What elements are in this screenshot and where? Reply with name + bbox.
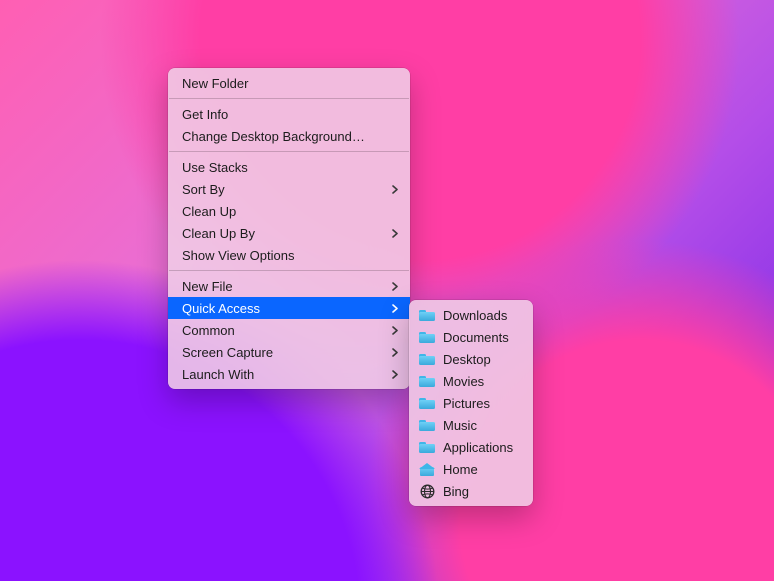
- chevron-right-icon: [392, 348, 398, 357]
- menu-item-new-file[interactable]: New File: [168, 275, 410, 297]
- submenu-item-label: Documents: [443, 330, 521, 345]
- menu-item-label: Clean Up: [182, 204, 398, 219]
- submenu-item-applications[interactable]: Applications: [409, 436, 533, 458]
- menu-item-use-stacks[interactable]: Use Stacks: [168, 156, 410, 178]
- globe-icon: [419, 483, 435, 499]
- submenu-item-pictures[interactable]: Pictures: [409, 392, 533, 414]
- menu-item-label: Change Desktop Background…: [182, 129, 398, 144]
- chevron-right-icon: [392, 370, 398, 379]
- menu-separator: [169, 270, 409, 271]
- menu-item-label: Launch With: [182, 367, 384, 382]
- context-menu: New Folder Get Info Change Desktop Backg…: [168, 68, 410, 389]
- menu-item-get-info[interactable]: Get Info: [168, 103, 410, 125]
- menu-item-label: Screen Capture: [182, 345, 384, 360]
- chevron-right-icon: [392, 185, 398, 194]
- chevron-right-icon: [392, 326, 398, 335]
- menu-item-label: New Folder: [182, 76, 398, 91]
- chevron-right-icon: [392, 229, 398, 238]
- submenu-item-movies[interactable]: Movies: [409, 370, 533, 392]
- folder-icon: [419, 351, 435, 367]
- menu-item-label: Sort By: [182, 182, 384, 197]
- submenu-item-home[interactable]: Home: [409, 458, 533, 480]
- menu-item-screen-capture[interactable]: Screen Capture: [168, 341, 410, 363]
- submenu-item-label: Music: [443, 418, 521, 433]
- chevron-right-icon: [392, 304, 398, 313]
- submenu-item-downloads[interactable]: Downloads: [409, 304, 533, 326]
- submenu-item-label: Applications: [443, 440, 521, 455]
- menu-item-label: Clean Up By: [182, 226, 384, 241]
- folder-icon: [419, 417, 435, 433]
- chevron-right-icon: [392, 282, 398, 291]
- menu-item-clean-up[interactable]: Clean Up: [168, 200, 410, 222]
- menu-item-label: Common: [182, 323, 384, 338]
- submenu-item-desktop[interactable]: Desktop: [409, 348, 533, 370]
- menu-item-clean-up-by[interactable]: Clean Up By: [168, 222, 410, 244]
- desktop-background[interactable]: New Folder Get Info Change Desktop Backg…: [0, 0, 774, 581]
- menu-item-common[interactable]: Common: [168, 319, 410, 341]
- menu-separator: [169, 151, 409, 152]
- folder-icon: [419, 307, 435, 323]
- menu-item-label: Show View Options: [182, 248, 398, 263]
- menu-item-label: New File: [182, 279, 384, 294]
- folder-icon: [419, 395, 435, 411]
- folder-icon: [419, 329, 435, 345]
- menu-item-new-folder[interactable]: New Folder: [168, 72, 410, 94]
- menu-item-show-view-options[interactable]: Show View Options: [168, 244, 410, 266]
- submenu-item-documents[interactable]: Documents: [409, 326, 533, 348]
- submenu-item-label: Pictures: [443, 396, 521, 411]
- menu-item-launch-with[interactable]: Launch With: [168, 363, 410, 385]
- submenu-item-music[interactable]: Music: [409, 414, 533, 436]
- menu-item-change-desktop-background[interactable]: Change Desktop Background…: [168, 125, 410, 147]
- submenu-item-label: Desktop: [443, 352, 521, 367]
- folder-icon: [419, 373, 435, 389]
- menu-item-label: Quick Access: [182, 301, 384, 316]
- menu-item-quick-access[interactable]: Quick Access: [168, 297, 410, 319]
- submenu-item-label: Home: [443, 462, 521, 477]
- quick-access-submenu: Downloads Documents Desktop Movies Pictu…: [409, 300, 533, 506]
- home-icon: [419, 461, 435, 477]
- menu-item-label: Get Info: [182, 107, 398, 122]
- menu-separator: [169, 98, 409, 99]
- menu-item-sort-by[interactable]: Sort By: [168, 178, 410, 200]
- menu-item-label: Use Stacks: [182, 160, 398, 175]
- folder-icon: [419, 439, 435, 455]
- submenu-item-label: Movies: [443, 374, 521, 389]
- submenu-item-label: Bing: [443, 484, 521, 499]
- submenu-item-label: Downloads: [443, 308, 521, 323]
- submenu-item-bing[interactable]: Bing: [409, 480, 533, 502]
